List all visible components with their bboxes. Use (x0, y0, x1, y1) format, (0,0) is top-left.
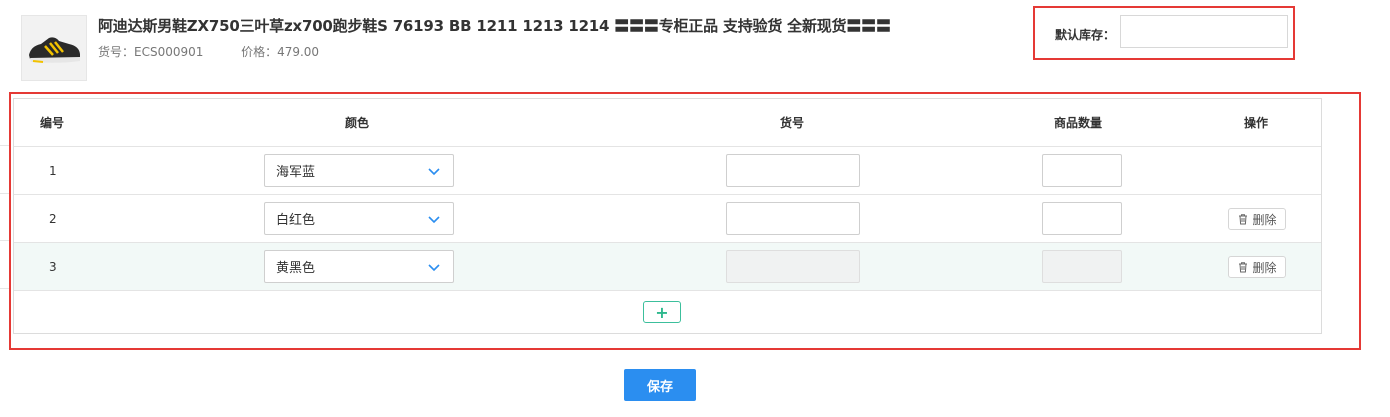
product-thumbnail (21, 15, 87, 81)
table-header-row: 编号 颜色 货号 商品数量 操作 (14, 99, 1321, 147)
default-stock-label: 默认库存： (1055, 28, 1116, 42)
gutter-divider (0, 240, 9, 241)
gutter-divider (0, 145, 9, 146)
price-label: 价格： (241, 45, 278, 59)
delete-button[interactable]: 删除 (1228, 256, 1286, 278)
delete-label: 删除 (1252, 212, 1277, 227)
header-color: 颜色 (345, 116, 370, 130)
inventory-page: 阿迪达斯男鞋ZX750三叶草zx700跑步鞋S 76193 BB 1211 12… (0, 0, 1390, 417)
header-actions: 操作 (1244, 116, 1269, 130)
sku-input (726, 250, 860, 283)
color-select-value: 黄黑色 (276, 261, 316, 276)
sku-input[interactable] (726, 154, 860, 187)
gutter-divider (0, 288, 9, 289)
default-stock-input[interactable] (1120, 15, 1288, 48)
sku-input[interactable] (726, 202, 860, 235)
chevron-down-icon (428, 216, 440, 224)
trash-icon (1239, 214, 1248, 225)
color-select[interactable]: 海军蓝 (264, 154, 454, 187)
table-row: 2 白红色 删除 (14, 195, 1321, 243)
table-row: 3 黄黑色 删除 (14, 243, 1321, 291)
delete-button[interactable]: 删除 (1228, 208, 1286, 230)
chevron-down-icon (428, 264, 440, 272)
header-sku: 货号 (780, 116, 805, 130)
row-index: 3 (49, 259, 57, 274)
row-index: 1 (49, 163, 57, 178)
sneaker-icon (29, 37, 80, 63)
sku-label: 货号： (98, 45, 135, 59)
delete-label: 删除 (1252, 260, 1277, 275)
color-select-value: 白红色 (276, 213, 316, 228)
product-meta: 货号：ECS000901 价格：479.00 (98, 43, 319, 60)
plus-icon: + (655, 302, 669, 322)
color-select-value: 海军蓝 (276, 165, 316, 180)
table-row: 1 海军蓝 (14, 147, 1321, 195)
header-quantity: 商品数量 (1054, 116, 1103, 130)
gutter-divider (0, 193, 9, 194)
row-index: 2 (49, 211, 57, 226)
quantity-input[interactable] (1042, 154, 1122, 187)
color-select[interactable]: 黄黑色 (264, 250, 454, 283)
variant-table: 编号 颜色 货号 商品数量 操作 1 海军蓝 2 白红色 删除 3 黄黑色 删除… (13, 98, 1322, 334)
sku-value: ECS000901 (134, 45, 204, 59)
color-select[interactable]: 白红色 (264, 202, 454, 235)
product-title: 阿迪达斯男鞋ZX750三叶草zx700跑步鞋S 76193 BB 1211 12… (98, 17, 891, 35)
trash-icon (1239, 262, 1248, 273)
save-button[interactable]: 保存 (624, 369, 696, 401)
add-row-button[interactable]: + (643, 301, 681, 323)
quantity-input (1042, 250, 1122, 283)
header-index: 编号 (40, 116, 65, 130)
chevron-down-icon (428, 168, 440, 176)
quantity-input[interactable] (1042, 202, 1122, 235)
price-value: 479.00 (277, 45, 320, 59)
